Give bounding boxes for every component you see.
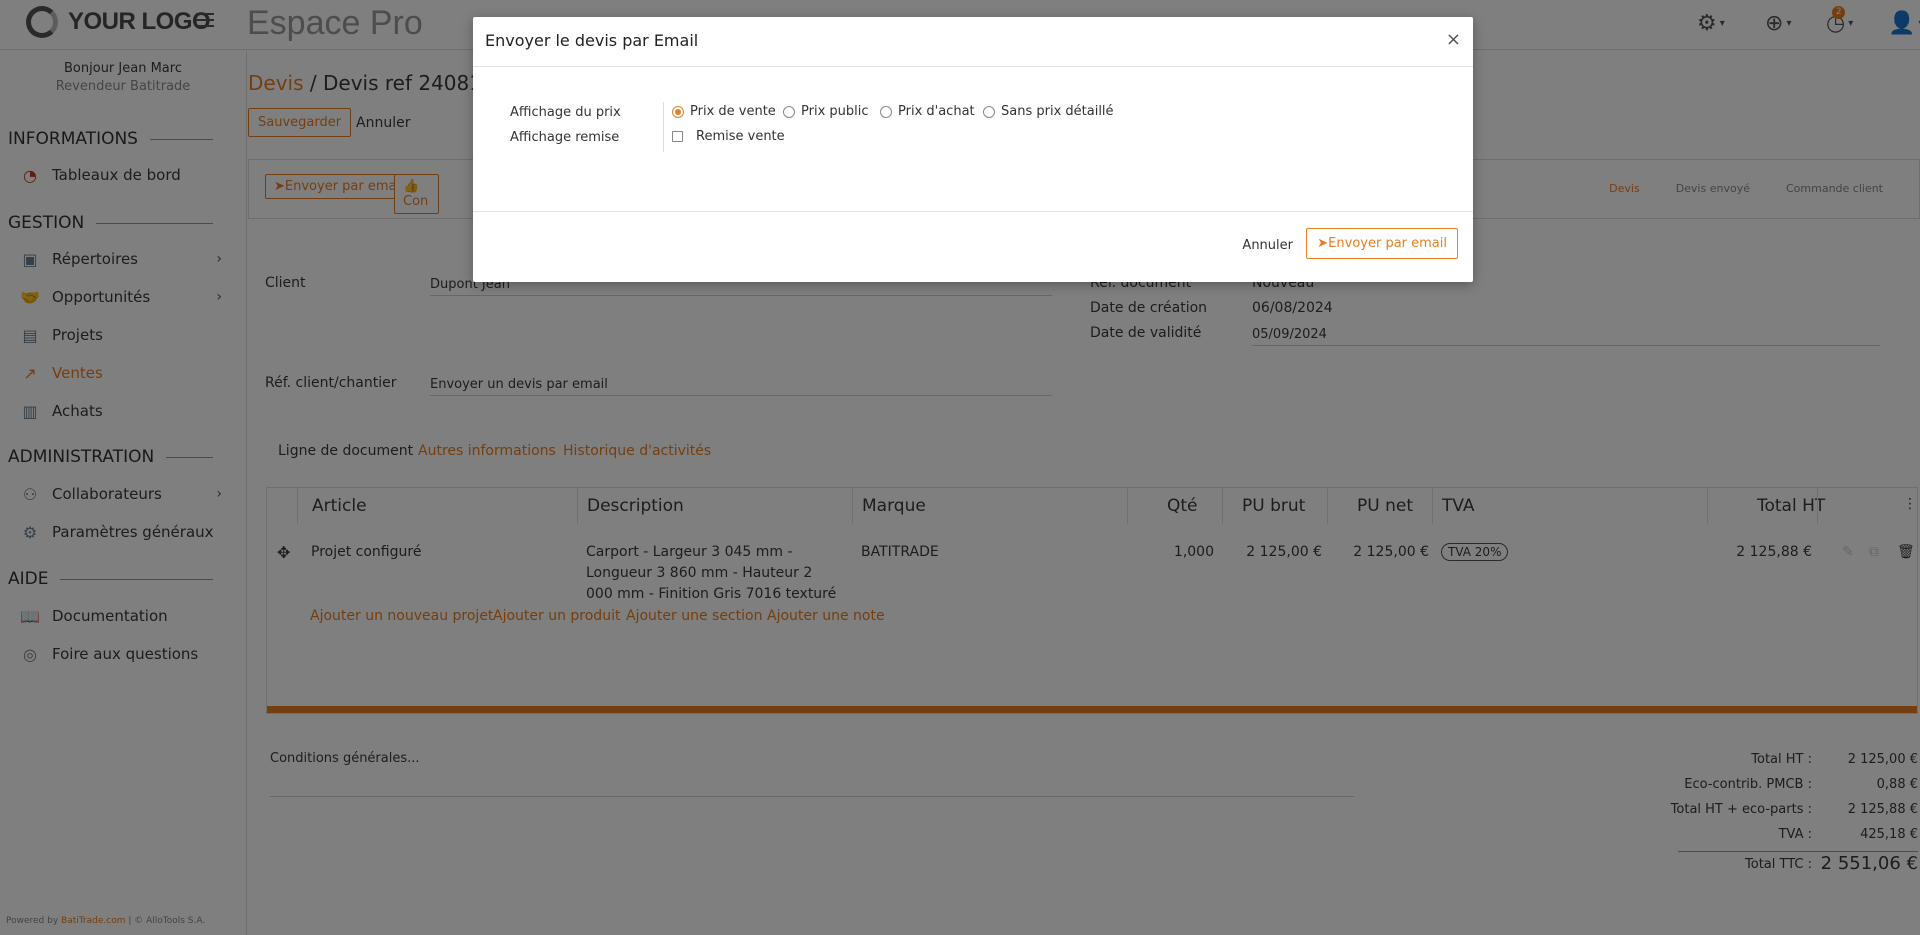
- paper-plane-icon: ➤: [1317, 236, 1329, 251]
- radio-icon: [783, 105, 795, 118]
- radio-prix-public[interactable]: Prix public: [783, 104, 869, 119]
- price-display-label: Affichage du prix: [510, 105, 621, 120]
- radio-selected-icon: [672, 105, 684, 118]
- modal-header: Envoyer le devis par Email ×: [473, 17, 1473, 67]
- radio-prix-vente[interactable]: Prix de vente: [672, 104, 776, 119]
- modal-body: Affichage du prix Affichage remise Prix …: [473, 67, 1473, 212]
- modal-send-email-button[interactable]: ➤Envoyer par email: [1306, 228, 1458, 259]
- modal-cancel-button[interactable]: Annuler: [1242, 238, 1293, 253]
- modal-footer: Annuler ➤Envoyer par email: [473, 212, 1473, 282]
- checkbox-remise-vente[interactable]: Remise vente: [672, 129, 785, 144]
- modal-title: Envoyer le devis par Email: [485, 31, 699, 50]
- send-email-modal: Envoyer le devis par Email × Affichage d…: [473, 17, 1473, 282]
- discount-display-label: Affichage remise: [510, 130, 620, 145]
- checkbox-icon: [672, 131, 683, 142]
- radio-sans-prix[interactable]: Sans prix détaillé: [983, 104, 1114, 119]
- close-icon[interactable]: ×: [1446, 29, 1461, 50]
- modal-divider: [663, 102, 664, 152]
- radio-prix-achat[interactable]: Prix d'achat: [880, 104, 975, 119]
- radio-icon: [880, 105, 892, 118]
- radio-icon: [983, 105, 995, 118]
